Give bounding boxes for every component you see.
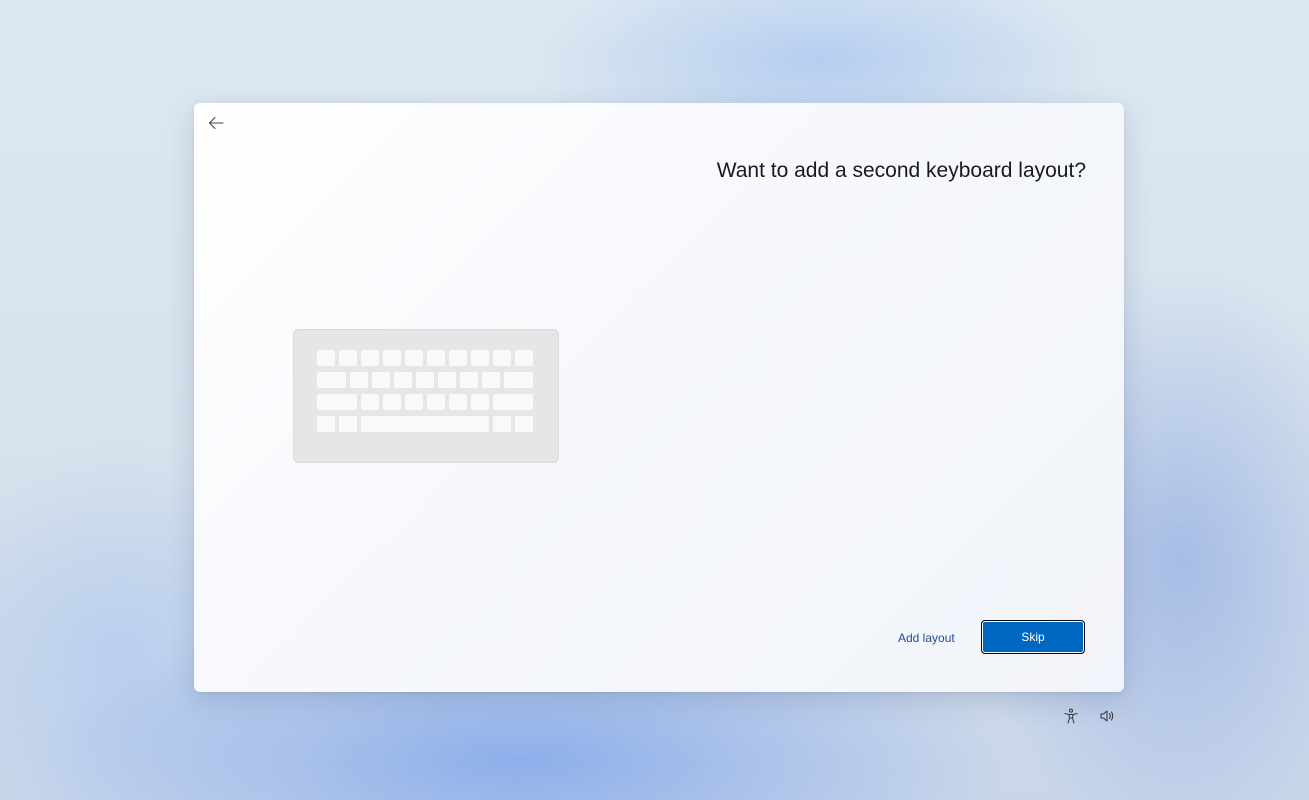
back-arrow-icon (208, 116, 224, 130)
volume-icon[interactable] (1099, 707, 1117, 725)
skip-button[interactable]: Skip (981, 620, 1085, 654)
add-layout-button[interactable]: Add layout (898, 631, 955, 645)
setup-dialog: Want to add a second keyboard layout? Ad… (194, 103, 1124, 692)
back-button[interactable] (202, 111, 230, 135)
page-title: Want to add a second keyboard layout? (716, 159, 1086, 182)
keyboard-icon (293, 329, 559, 463)
accessibility-icon[interactable] (1062, 707, 1080, 725)
